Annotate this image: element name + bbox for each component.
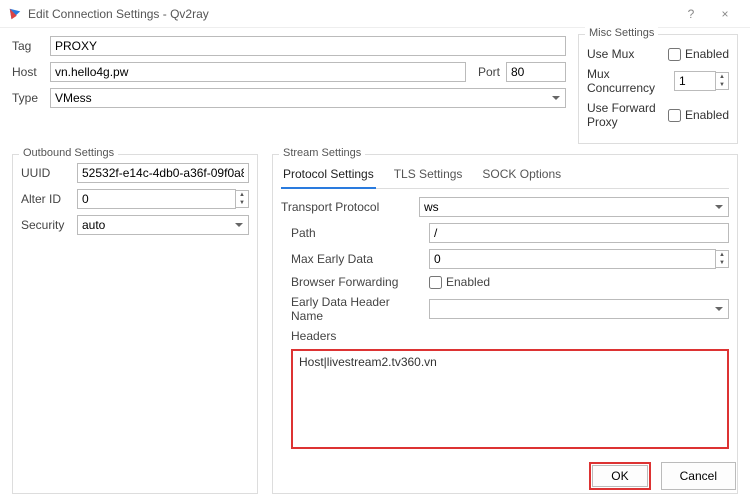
- help-button[interactable]: ?: [674, 7, 708, 21]
- misc-settings-group: Misc Settings Use Mux Enabled Mux Concur…: [578, 34, 738, 144]
- tab-protocol-settings[interactable]: Protocol Settings: [281, 163, 376, 189]
- browser-forwarding-checkbox[interactable]: [429, 276, 442, 289]
- ok-button[interactable]: OK: [592, 465, 647, 487]
- max-early-data-input[interactable]: [429, 249, 716, 269]
- maxearly-spin-up[interactable]: ▲: [716, 251, 728, 259]
- mux-spin-down[interactable]: ▼: [716, 81, 728, 89]
- alterid-spin-down[interactable]: ▼: [236, 199, 248, 207]
- headers-label: Headers: [291, 329, 421, 343]
- early-data-header-input[interactable]: [429, 299, 729, 319]
- transport-protocol-label: Transport Protocol: [281, 200, 411, 214]
- misc-title: Misc Settings: [585, 27, 658, 39]
- security-select[interactable]: [77, 215, 249, 235]
- tab-tls-settings[interactable]: TLS Settings: [392, 163, 465, 188]
- port-label: Port: [478, 65, 500, 79]
- uuid-input[interactable]: [77, 163, 249, 183]
- browser-forwarding-label: Browser Forwarding: [291, 275, 421, 289]
- mux-concurrency-label: Mux Concurrency: [587, 67, 668, 95]
- type-label: Type: [12, 91, 44, 105]
- path-input[interactable]: [429, 223, 729, 243]
- security-label: Security: [21, 218, 71, 232]
- type-select[interactable]: [50, 88, 566, 108]
- early-data-header-label: Early Data Header Name: [291, 295, 421, 323]
- stream-settings-group: Stream Settings Protocol Settings TLS Se…: [272, 154, 738, 494]
- uuid-label: UUID: [21, 166, 71, 180]
- tag-label: Tag: [12, 39, 44, 53]
- stream-title: Stream Settings: [279, 147, 365, 159]
- use-mux-label: Use Mux: [587, 47, 634, 61]
- use-forward-proxy-label: Use Forward Proxy: [587, 101, 662, 129]
- outbound-settings-group: Outbound Settings UUID Alter ID ▲▼ Secur…: [12, 154, 258, 494]
- headers-textarea[interactable]: Host|livestream2.tv360.vn: [291, 349, 729, 449]
- window-title: Edit Connection Settings - Qv2ray: [28, 7, 674, 21]
- cancel-button[interactable]: Cancel: [661, 462, 736, 490]
- mux-concurrency-input[interactable]: [674, 71, 716, 91]
- mux-spin-up[interactable]: ▲: [716, 73, 728, 81]
- close-button[interactable]: ×: [708, 7, 742, 21]
- tag-input[interactable]: [50, 36, 566, 56]
- transport-protocol-select[interactable]: [419, 197, 729, 217]
- app-icon: [8, 7, 22, 21]
- outbound-title: Outbound Settings: [19, 147, 118, 159]
- host-label: Host: [12, 65, 44, 79]
- alterid-input[interactable]: [77, 189, 236, 209]
- maxearly-spin-down[interactable]: ▼: [716, 259, 728, 267]
- tab-sock-options[interactable]: SOCK Options: [480, 163, 563, 188]
- use-forward-proxy-checkbox[interactable]: [668, 109, 681, 122]
- use-mux-checkbox[interactable]: [668, 48, 681, 61]
- max-early-data-label: Max Early Data: [291, 252, 421, 266]
- port-input[interactable]: [506, 62, 566, 82]
- alterid-spin-up[interactable]: ▲: [236, 191, 248, 199]
- host-input[interactable]: [50, 62, 466, 82]
- alterid-label: Alter ID: [21, 192, 71, 206]
- path-label: Path: [291, 226, 421, 240]
